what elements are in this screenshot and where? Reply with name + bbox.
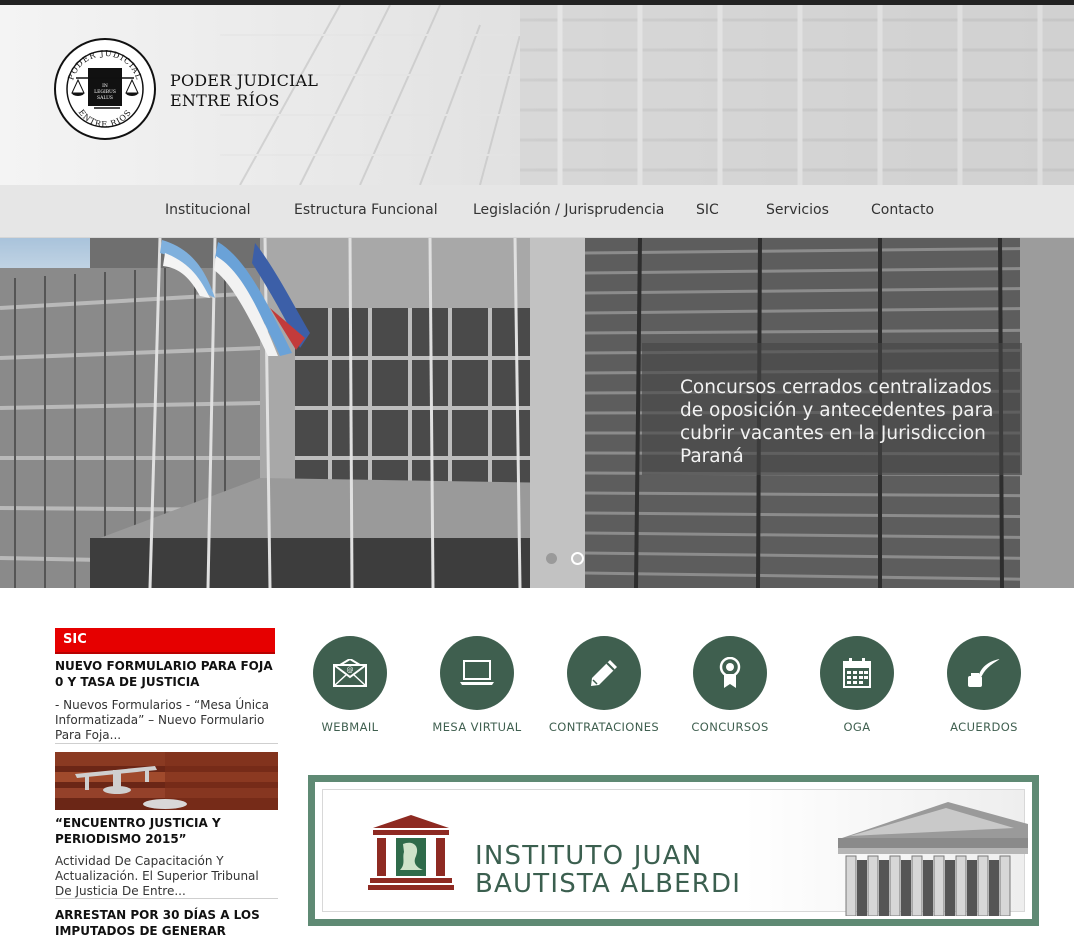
mesa-virtual-label: MESA VIRTUAL [432,720,522,734]
quick-access-webmail[interactable]: @ WEBMAIL [285,636,415,746]
webmail-label: WEBMAIL [321,720,379,734]
quick-access-acuerdos[interactable]: ACUERDOS [919,636,1049,746]
nav-item-legislacion[interactable]: Legislación / Jurisprudencia [473,202,664,218]
site-title-line1: PODER JUDICIAL [170,71,319,90]
concursos-label: CONCURSOS [691,720,769,734]
news-title-3[interactable]: ARRESTAN POR 30 DÍAS A LOS IMPUTADOS DE … [55,907,277,939]
quick-access-contrataciones[interactable]: CONTRATACIONES [539,636,669,746]
nav-item-sic[interactable]: SIC [696,202,719,218]
svg-text:LEGIBUS: LEGIBUS [94,89,116,95]
main-nav: Institucional Estructura Funcional Legis… [0,185,1074,238]
quill-ink-icon [947,636,1021,710]
nav-item-institucional[interactable]: Institucional [165,202,251,218]
news-divider [55,898,278,899]
svg-text:IN: IN [102,83,108,89]
nav-item-servicios[interactable]: Servicios [766,202,829,218]
quick-access-concursos[interactable]: CONCURSOS [665,636,795,746]
banner-title-line1: INSTITUTO JUAN [475,841,703,871]
sic-tab[interactable]: SIC [55,628,275,654]
svg-text:SALUS: SALUS [97,95,113,101]
contrataciones-label: CONTRATACIONES [548,720,660,734]
nav-item-contacto[interactable]: Contacto [871,202,934,218]
news-image-2[interactable] [55,752,278,810]
banner-title-line2: BAUTISTA ALBERDI [475,869,742,899]
hero-slider[interactable]: Concursos cerrados centralizados de opos… [0,238,1074,588]
header-building-image [220,5,1074,185]
acuerdos-label: ACUERDOS [950,720,1018,734]
site-header: PODER JUDICIAL ENTRE RIOS IN LEGIBUS SAL… [0,5,1074,185]
news-excerpt-2: Actividad De Capacitación Y Actualizació… [55,854,259,898]
banner-inner: INSTITUTO JUAN BAUTISTA ALBERDI [322,789,1028,916]
news-excerpt-1: - Nuevos Formularios - “Mesa Única Infor… [55,698,270,742]
banner-title: INSTITUTO JUAN BAUTISTA ALBERDI [475,842,741,898]
svg-text:@: @ [347,666,354,674]
quick-access-oga[interactable]: OGA [792,636,922,746]
news-title-2[interactable]: “ENCUENTRO JUSTICIA Y PERIODISMO 2015” [55,815,277,847]
oga-label: OGA [843,720,871,734]
quick-access-mesa-virtual[interactable]: MESA VIRTUAL [412,636,542,746]
calendar-icon [820,636,894,710]
news-title-1[interactable]: NUEVO FORMULARIO PARA FOJA 0 Y TASA DE J… [55,658,277,690]
site-title-line2: ENTRE RÍOS [170,91,280,110]
ribbon-award-icon [693,636,767,710]
laptop-icon [440,636,514,710]
envelope-icon: @ [313,636,387,710]
courthouse-building-image [838,802,1028,916]
hero-caption[interactable]: Concursos cerrados centralizados de opos… [680,376,1000,468]
slider-dot-2-active[interactable] [571,552,584,565]
slider-dot-1[interactable] [546,553,557,564]
site-title[interactable]: PODER JUDICIAL ENTRE RÍOS [170,71,318,111]
news-divider [55,743,278,744]
courtroom-photo [55,752,278,810]
nav-item-estructura-funcional[interactable]: Estructura Funcional [294,202,438,218]
pencil-icon [567,636,641,710]
instituto-temple-logo [368,815,454,890]
instituto-alberdi-banner[interactable]: INSTITUTO JUAN BAUTISTA ALBERDI [308,775,1039,926]
seal-logo[interactable]: PODER JUDICIAL ENTRE RIOS IN LEGIBUS SAL… [54,38,156,140]
